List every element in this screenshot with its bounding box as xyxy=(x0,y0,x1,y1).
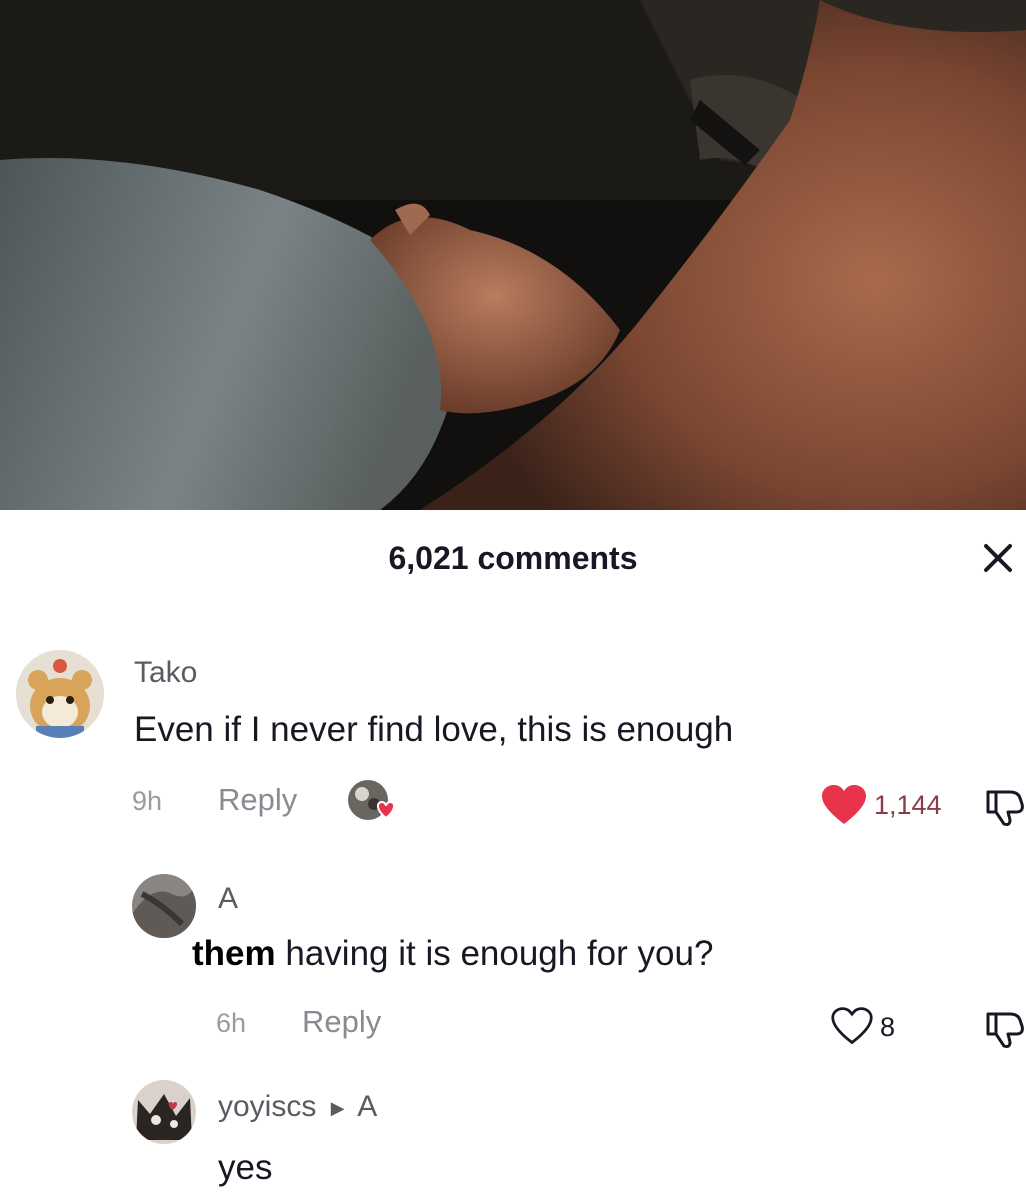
reply-to-username[interactable]: A xyxy=(357,1090,377,1123)
comment-text: Even if I never find love, this is enoug… xyxy=(134,710,734,749)
heart-outline-icon xyxy=(831,1007,873,1045)
cat-avatar-icon xyxy=(132,1080,196,1144)
like-count: 8 xyxy=(880,1012,896,1042)
close-icon xyxy=(984,544,1012,572)
hamster-avatar-icon xyxy=(16,650,104,738)
like-button[interactable] xyxy=(830,1006,874,1046)
comment-username[interactable]: A xyxy=(218,882,238,916)
creator-liked-avatar-icon xyxy=(348,780,396,820)
video-frame[interactable] xyxy=(0,0,1026,510)
close-button[interactable] xyxy=(978,538,1018,578)
comment-text: yes xyxy=(218,1148,273,1187)
comment-time: 6h xyxy=(216,1008,247,1038)
dislike-icon xyxy=(986,790,1024,826)
comment-username[interactable]: Tako xyxy=(134,656,197,690)
dislike-button[interactable] xyxy=(984,786,1026,828)
like-count: 1,144 xyxy=(874,790,942,820)
avatar[interactable] xyxy=(132,1080,196,1144)
comment-username[interactable]: yoyiscs xyxy=(218,1090,316,1123)
comment-text-line: them having it is enough for you? xyxy=(192,934,713,974)
avatar[interactable] xyxy=(16,650,104,738)
creator-liked-badge xyxy=(346,778,402,826)
heart-filled-icon xyxy=(822,785,866,824)
avatar[interactable] xyxy=(132,874,196,938)
dislike-icon xyxy=(986,1012,1024,1048)
comment-username-line: yoyiscs ▶ A xyxy=(218,1090,377,1124)
dislike-button[interactable] xyxy=(984,1008,1026,1050)
comment-text: having it is enough for you? xyxy=(285,934,714,973)
mention-highlight: them xyxy=(192,934,276,973)
reply-button[interactable]: Reply xyxy=(302,1004,381,1040)
reply-arrow-icon: ▶ xyxy=(330,1097,345,1118)
comment-count-header: 6,021 comments xyxy=(388,540,638,576)
comment-time: 9h xyxy=(132,786,163,816)
user-avatar-icon xyxy=(132,874,196,938)
reply-button[interactable]: Reply xyxy=(218,782,297,818)
like-button[interactable] xyxy=(820,784,868,826)
video-still-image xyxy=(0,0,1026,510)
comments-sheet: 6,021 comments Tako Even if I never find… xyxy=(0,510,1026,1200)
